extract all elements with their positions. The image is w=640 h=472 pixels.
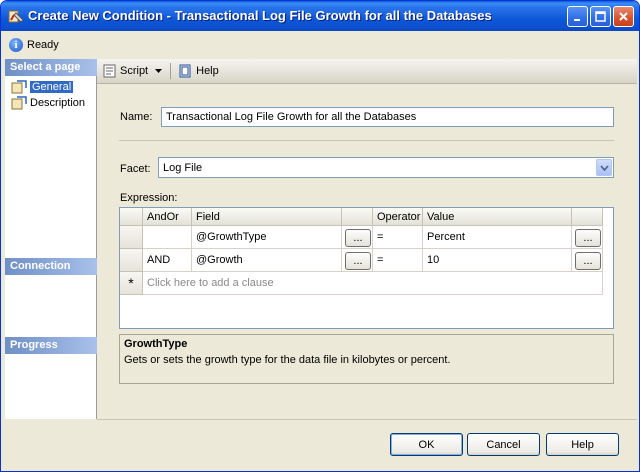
- ok-button[interactable]: OK: [390, 433, 463, 456]
- cell-field[interactable]: @GrowthType: [192, 226, 342, 249]
- help-label: Help: [196, 65, 219, 77]
- description-title: GrowthType: [124, 338, 188, 350]
- title-bar[interactable]: Create New Condition - Transactional Log…: [1, 1, 639, 31]
- status-text: Ready: [27, 39, 59, 51]
- property-description-panel: GrowthType Gets or sets the growth type …: [119, 334, 614, 384]
- facet-dropdown-button[interactable]: [596, 159, 612, 176]
- cell-value[interactable]: 10: [423, 249, 572, 272]
- maximize-icon: [595, 11, 606, 22]
- toolbar-separator: [170, 63, 172, 79]
- connection-header: Connection: [5, 258, 97, 275]
- left-panel: Select a page General Description Connec…: [5, 59, 97, 419]
- expression-grid: AndOr Field Operator Value @GrowthType .…: [119, 207, 614, 329]
- button-bar: OK Cancel Help: [97, 419, 637, 469]
- cell-field[interactable]: @Growth: [192, 249, 342, 272]
- add-clause-row[interactable]: Click here to add a clause: [143, 272, 603, 295]
- cancel-button[interactable]: Cancel: [467, 433, 540, 456]
- chevron-down-icon: [599, 164, 609, 171]
- column-header-value-ellipsis: [572, 208, 603, 226]
- select-page-header: Select a page: [5, 59, 97, 76]
- close-icon: [619, 12, 628, 21]
- facet-value: Log File: [163, 162, 203, 174]
- column-header-andor[interactable]: AndOr: [143, 208, 192, 226]
- status-bar: i Ready: [5, 34, 637, 56]
- column-header-field-ellipsis: [342, 208, 373, 226]
- progress-header: Progress: [5, 337, 97, 354]
- maximize-button[interactable]: [590, 6, 611, 27]
- window-title: Create New Condition - Transactional Log…: [28, 8, 492, 23]
- value-ellipsis-button[interactable]: ...: [575, 229, 601, 247]
- column-header-value[interactable]: Value: [423, 208, 572, 226]
- script-label: Script: [120, 65, 149, 77]
- info-icon: i: [9, 38, 23, 52]
- help-button[interactable]: Help: [546, 433, 619, 456]
- description-text: Gets or sets the growth type for the dat…: [124, 354, 451, 366]
- page-item-label: Description: [30, 97, 86, 109]
- name-input[interactable]: Transactional Log File Growth for all th…: [161, 107, 614, 127]
- column-header-operator[interactable]: Operator: [373, 208, 423, 226]
- value-ellipsis-button[interactable]: ...: [575, 252, 601, 270]
- dialog-window: Create New Condition - Transactional Log…: [0, 0, 640, 472]
- column-header-field[interactable]: Field: [192, 208, 342, 226]
- field-ellipsis-button[interactable]: ...: [345, 229, 371, 247]
- name-label: Name:: [120, 111, 153, 123]
- separator-line: [119, 140, 614, 141]
- script-button[interactable]: Script: [99, 61, 166, 81]
- help-toolbar-button[interactable]: Help: [175, 61, 222, 81]
- toolbar: Script Help: [97, 59, 637, 84]
- cell-andor[interactable]: [143, 226, 192, 249]
- cell-andor[interactable]: AND: [143, 249, 192, 272]
- script-icon: [103, 64, 116, 78]
- row-header[interactable]: [120, 226, 143, 249]
- expression-label: Expression:: [120, 192, 178, 204]
- grid-corner: [120, 208, 143, 226]
- field-ellipsis-button[interactable]: ...: [345, 252, 371, 270]
- minimize-button[interactable]: [567, 6, 588, 27]
- page-icon: [11, 96, 27, 110]
- help-icon: [179, 64, 191, 78]
- page-item-general[interactable]: General: [11, 79, 74, 95]
- new-row-marker: *: [120, 272, 143, 295]
- close-button[interactable]: [613, 6, 634, 27]
- page-item-description[interactable]: Description: [11, 95, 85, 111]
- cell-value[interactable]: Percent: [423, 226, 572, 249]
- cell-operator[interactable]: =: [373, 226, 423, 249]
- facet-label: Facet:: [120, 163, 151, 175]
- page-icon: [11, 80, 27, 94]
- cell-operator[interactable]: =: [373, 249, 423, 272]
- condition-icon: [8, 10, 24, 23]
- minimize-icon: [573, 18, 580, 21]
- facet-combobox[interactable]: Log File: [158, 157, 614, 178]
- row-header[interactable]: [120, 249, 143, 272]
- page-item-label: General: [30, 81, 74, 93]
- chevron-down-icon: [155, 69, 163, 73]
